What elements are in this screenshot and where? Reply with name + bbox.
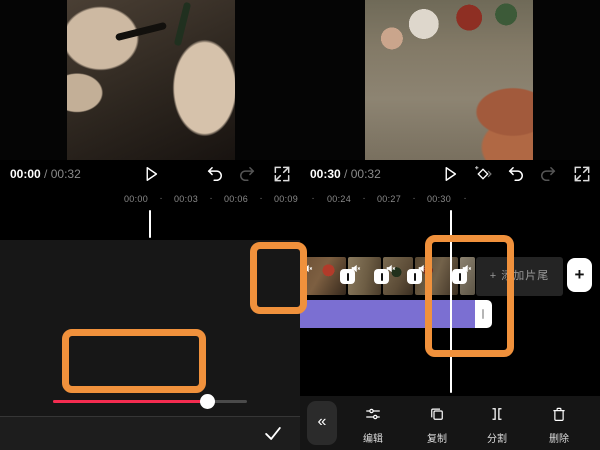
- split-icon: [488, 405, 506, 423]
- copy-icon: [428, 405, 446, 423]
- tool-label: 复制: [414, 430, 460, 445]
- fullscreen-icon[interactable]: [272, 164, 292, 184]
- current-time: 00:30: [310, 167, 341, 181]
- muted-audio-icon: [462, 260, 472, 269]
- tool-shape: [115, 22, 167, 41]
- ruler-dot: ·: [309, 193, 317, 204]
- tool-shape: [174, 2, 191, 46]
- time-display: 00:00 / 00:32: [10, 167, 81, 181]
- time-separator: /: [44, 167, 47, 181]
- edit-toolbar: « 编辑 复制 分割 删除: [300, 396, 600, 450]
- tool-edit[interactable]: 编辑: [350, 405, 396, 445]
- ruler-tick: 00:30: [421, 194, 457, 204]
- ruler-tick: 00:00: [118, 194, 154, 204]
- playhead: [450, 210, 452, 393]
- ruler-tick: 00:06: [218, 194, 254, 204]
- transition-button[interactable]: [340, 269, 355, 284]
- keyframe-icon[interactable]: [473, 164, 493, 184]
- app-canvas: 00:00 / 00:32 00:00 · 00:03 · 00:06 · 00…: [0, 0, 600, 450]
- timeline-screen: 00:30 / 00:32 · 00:24 · 00:27 · 00:30 ·: [300, 0, 600, 450]
- tool-label: 编辑: [350, 430, 396, 445]
- ruler-tick: 00:03: [168, 194, 204, 204]
- fullscreen-icon[interactable]: [572, 164, 592, 184]
- current-time: 00:00: [10, 167, 41, 181]
- time-display: 00:30 / 00:32: [310, 167, 381, 181]
- playhead: [149, 210, 151, 238]
- muted-audio-icon: [303, 260, 313, 269]
- ruler-dot: ·: [207, 193, 215, 204]
- video-preview-area: [300, 0, 600, 160]
- redo-icon[interactable]: [237, 164, 257, 184]
- confirm-check-icon[interactable]: [262, 422, 284, 444]
- video-frame[interactable]: [365, 0, 533, 160]
- transition-button[interactable]: [374, 269, 389, 284]
- slider-fill: [53, 400, 207, 403]
- add-ending-button[interactable]: + 添加片尾: [476, 257, 563, 296]
- ruler-dot: ·: [360, 193, 368, 204]
- ruler-dot: ·: [461, 193, 469, 204]
- ruler-dot: ·: [157, 193, 165, 204]
- confirm-bar: [0, 416, 300, 450]
- trash-icon: [550, 405, 568, 423]
- redo-icon[interactable]: [538, 164, 558, 184]
- total-time: 00:32: [351, 167, 381, 181]
- ruler-dot: ·: [257, 193, 265, 204]
- time-separator: /: [344, 167, 347, 181]
- undo-icon[interactable]: [205, 164, 225, 184]
- filter-panel: 滤镜 调节 画质 影视级 人像 基础 露营 室内 黑白 更多 ★ 江浙沪: [0, 240, 300, 416]
- tool-copy[interactable]: 复制: [414, 405, 460, 445]
- tool-split[interactable]: 分割: [474, 405, 520, 445]
- filter-screen: 00:00 / 00:32 00:00 · 00:03 · 00:06 · 00…: [0, 0, 300, 450]
- filter-track-bar[interactable]: [300, 300, 475, 328]
- tool-delete[interactable]: 删除: [536, 405, 582, 445]
- video-frame[interactable]: [67, 0, 235, 160]
- undo-icon[interactable]: [506, 164, 526, 184]
- add-clip-button[interactable]: +: [567, 258, 592, 292]
- track-trim-handle[interactable]: [475, 300, 492, 328]
- ruler-tick: 00:24: [321, 194, 357, 204]
- ruler-dot: ·: [410, 193, 418, 204]
- transition-button[interactable]: [452, 269, 467, 284]
- ruler-tick: 00:27: [371, 194, 407, 204]
- filter-intensity-slider[interactable]: [53, 400, 247, 403]
- tool-label: 分割: [474, 430, 520, 445]
- sliders-icon: [364, 405, 382, 423]
- play-button[interactable]: [440, 164, 460, 184]
- transition-button[interactable]: [407, 269, 422, 284]
- slider-knob[interactable]: [200, 394, 215, 409]
- video-preview-area: [0, 0, 300, 160]
- muted-audio-icon: [418, 260, 428, 269]
- play-button[interactable]: [141, 164, 161, 184]
- muted-audio-icon: [386, 260, 396, 269]
- total-time: 00:32: [51, 167, 81, 181]
- tool-label: 删除: [536, 430, 582, 445]
- collapse-toolbar-button[interactable]: «: [307, 401, 337, 445]
- muted-audio-icon: [351, 260, 361, 269]
- ruler-tick: 00:09: [268, 194, 300, 204]
